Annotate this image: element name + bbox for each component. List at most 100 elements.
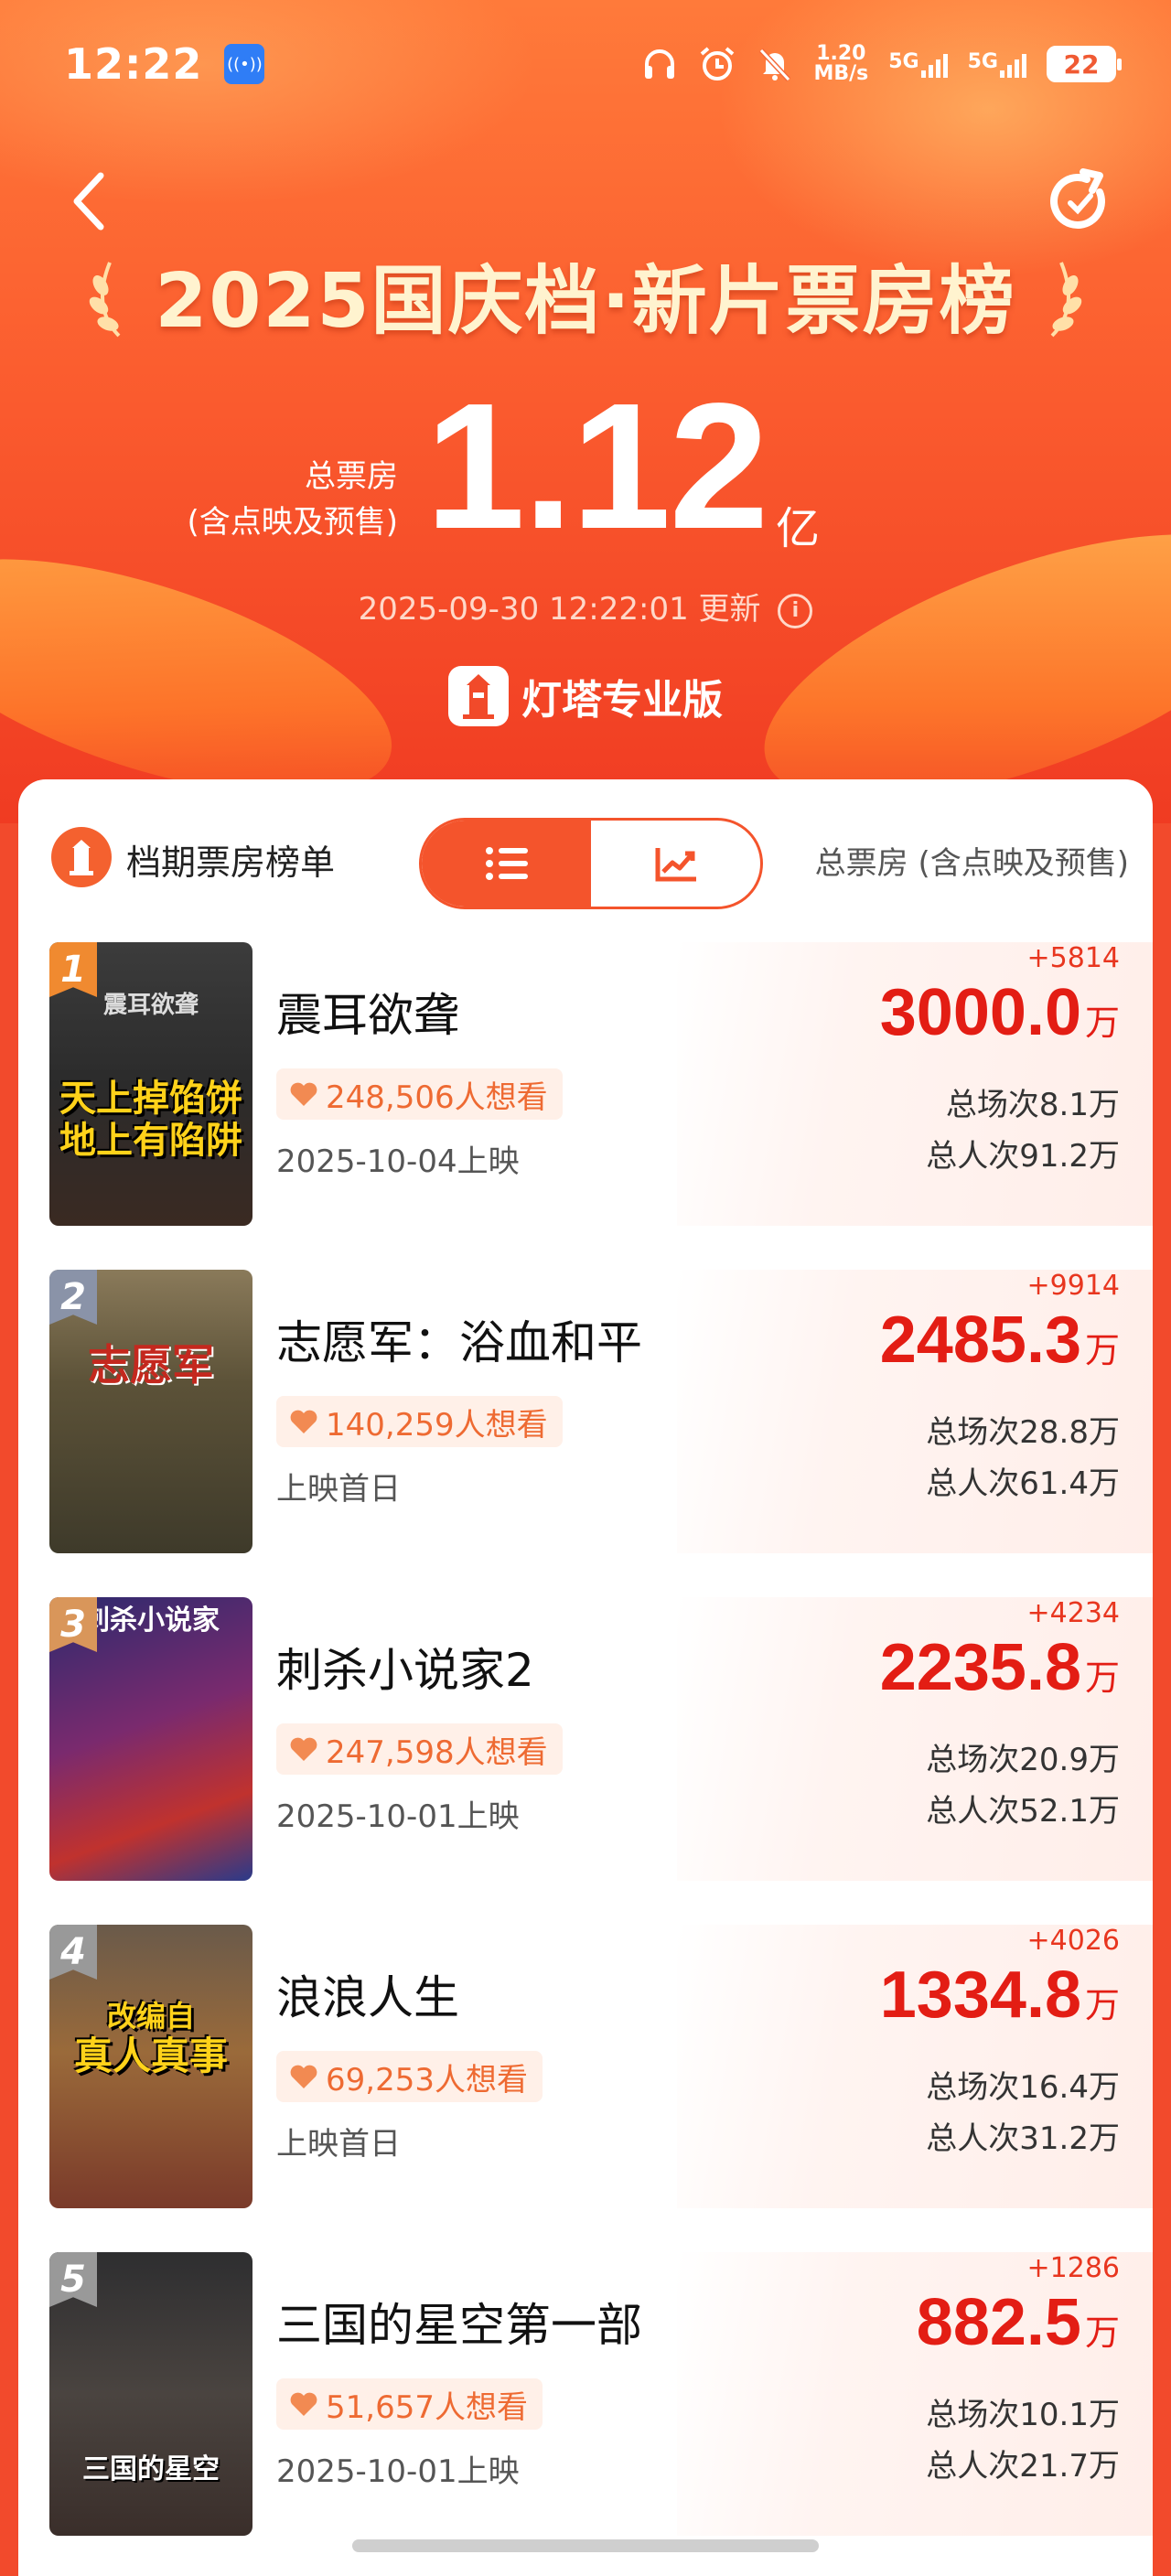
poster-image: 三国的星空 5 bbox=[49, 2252, 252, 2536]
signal-bars-icon bbox=[1000, 50, 1026, 78]
gross-value: 3000.0 万 bbox=[880, 975, 1120, 1050]
page-title: 2025国庆档·新片票房榜 bbox=[155, 258, 1016, 345]
total-shows: 总场次20.9万 bbox=[926, 1742, 1120, 1778]
want-count: 248,506人想看 bbox=[326, 1079, 548, 1116]
signal-sim1: 5G bbox=[888, 50, 948, 78]
want-to-see-badge: 140,259人想看 bbox=[276, 1396, 563, 1447]
gross-value: 882.5 万 bbox=[917, 2285, 1120, 2360]
heart-icon bbox=[290, 2065, 317, 2088]
update-time: 2025-09-30 12:22:01 更新 i bbox=[0, 584, 1171, 628]
heart-icon bbox=[290, 1082, 317, 1106]
hotspot-icon: ((•)) bbox=[224, 44, 265, 84]
gross-unit: 万 bbox=[1084, 1330, 1120, 1370]
movie-title: 震耳欲聋 bbox=[276, 989, 459, 1042]
poster-tagline: 地上有陷阱 bbox=[59, 1120, 242, 1162]
release-date: 上映首日 bbox=[276, 2126, 401, 2163]
rank-badge: 5 bbox=[49, 2252, 97, 2307]
gross-number: 882.5 bbox=[916, 2286, 1081, 2359]
want-to-see-badge: 248,506人想看 bbox=[276, 1068, 563, 1120]
movie-row[interactable]: 三国的星空 5 三国的星空第一部 51,657人想看 2025-10-01上映 … bbox=[18, 2252, 1153, 2536]
home-indicator[interactable] bbox=[352, 2539, 819, 2552]
gross-unit: 万 bbox=[1084, 1985, 1120, 2025]
trend-view-button[interactable] bbox=[591, 821, 760, 907]
lighthouse-logo-icon bbox=[448, 666, 509, 726]
total-label-line2: (含点映及预售) bbox=[187, 504, 398, 541]
chevron-left-icon bbox=[73, 172, 104, 231]
section-title: 档期票房榜单 bbox=[126, 843, 336, 883]
network-speed: 1.20 MB/s bbox=[813, 44, 868, 84]
gross-delta: +4026 bbox=[1026, 1925, 1120, 1957]
refresh-button[interactable] bbox=[1043, 165, 1116, 238]
ranking-header: 档期票房榜单 总票房 (含点映及预售) bbox=[18, 779, 1153, 909]
total-shows: 总场次8.1万 bbox=[945, 1087, 1120, 1123]
poster-image: 刺杀小说家 3 bbox=[49, 1597, 252, 1881]
column-header-total: 总票房 (含点映及预售) bbox=[814, 845, 1129, 882]
want-count: 247,598人想看 bbox=[326, 1733, 548, 1771]
release-date: 2025-10-01上映 bbox=[276, 2453, 520, 2490]
total-unit: 亿 bbox=[776, 503, 821, 554]
total-shows: 总场次10.1万 bbox=[926, 2397, 1120, 2433]
gross-delta: +4234 bbox=[1026, 1597, 1120, 1629]
release-date: 上映首日 bbox=[276, 1471, 401, 1508]
release-date: 2025-10-01上映 bbox=[276, 1798, 520, 1835]
movie-title: 浪浪人生 bbox=[276, 1971, 459, 2024]
total-shows: 总场次28.8万 bbox=[926, 1414, 1120, 1451]
total-label: 总票房 (含点映及预售) bbox=[187, 454, 398, 545]
signal-bars-icon bbox=[920, 50, 948, 78]
movie-row[interactable]: 改编自 真人真事 4 浪浪人生 69,253人想看 上映首日 +4026 133… bbox=[18, 1925, 1153, 2208]
network-speed-unit: MB/s bbox=[813, 62, 869, 85]
total-box-office: 总票房 (含点映及预售) 1.12 亿 bbox=[0, 375, 1171, 567]
sim2-label: 5G bbox=[967, 50, 998, 73]
gross-number: 2485.3 bbox=[879, 1304, 1081, 1377]
movie-title: 刺杀小说家2 bbox=[276, 1644, 534, 1697]
update-time-text: 2025-09-30 12:22:01 更新 bbox=[358, 591, 761, 628]
gross-number: 1334.8 bbox=[879, 1959, 1081, 2032]
brand-name: 灯塔专业版 bbox=[521, 677, 723, 724]
network-speed-value: 1.20 bbox=[816, 42, 866, 65]
poster-small-text: 震耳欲聋 bbox=[102, 992, 199, 1019]
rank-badge: 3 bbox=[49, 1597, 97, 1652]
list-view-button[interactable] bbox=[422, 821, 591, 907]
rank-badge: 1 bbox=[49, 942, 97, 997]
movie-row[interactable]: 震耳欲聋 天上掉馅饼 地上有陷阱 1 震耳欲聋 248,506人想看 2025-… bbox=[18, 942, 1153, 1226]
poster-tagline: 天上掉馅饼 bbox=[59, 1078, 242, 1120]
rank-badge: 4 bbox=[49, 1925, 97, 1980]
total-admissions: 总人次91.2万 bbox=[926, 1138, 1120, 1175]
gross-delta: +5814 bbox=[1026, 942, 1120, 974]
movie-row[interactable]: 志愿军 2 志愿军：浴血和平 140,259人想看 上映首日 +9914 248… bbox=[18, 1270, 1153, 1553]
trend-chart-icon bbox=[655, 848, 696, 882]
heart-icon bbox=[290, 1737, 317, 1761]
lighthouse-icon bbox=[51, 827, 112, 887]
ranking-card: 档期票房榜单 总票房 (含点映及预售) 震耳欲聋 天上掉馅饼 地上有陷阱 1 震… bbox=[18, 779, 1153, 2576]
total-label-line1: 总票房 bbox=[305, 458, 398, 495]
mute-bell-icon bbox=[759, 48, 791, 82]
poster-image: 震耳欲聋 天上掉馅饼 地上有陷阱 1 bbox=[49, 942, 252, 1226]
gross-value: 2485.3 万 bbox=[880, 1303, 1120, 1378]
gross-unit: 万 bbox=[1084, 2313, 1120, 2353]
want-count: 140,259人想看 bbox=[326, 1406, 548, 1444]
heart-icon bbox=[290, 1410, 317, 1433]
want-to-see-badge: 51,657人想看 bbox=[276, 2378, 543, 2430]
status-time: 12:22 bbox=[64, 39, 203, 89]
poster-image: 改编自 真人真事 4 bbox=[49, 1925, 252, 2208]
gross-number: 2235.8 bbox=[879, 1631, 1081, 1704]
headphones-icon bbox=[645, 49, 675, 79]
want-to-see-badge: 247,598人想看 bbox=[276, 1723, 563, 1775]
back-button[interactable] bbox=[64, 165, 119, 238]
want-count: 51,657人想看 bbox=[326, 2388, 528, 2426]
total-shows: 总场次16.4万 bbox=[926, 2069, 1120, 2106]
heart-icon bbox=[290, 2392, 317, 2416]
gross-value: 2235.8 万 bbox=[880, 1630, 1120, 1705]
movie-row[interactable]: 刺杀小说家 3 刺杀小说家2 247,598人想看 2025-10-01上映 +… bbox=[18, 1597, 1153, 1881]
poster-tagline: 改编自 bbox=[106, 1999, 195, 2034]
total-admissions: 总人次31.2万 bbox=[926, 2120, 1120, 2157]
movie-title: 志愿军：浴血和平 bbox=[276, 1316, 642, 1369]
want-count: 69,253人想看 bbox=[326, 2061, 528, 2098]
total-value: 1.12 bbox=[425, 366, 768, 566]
status-icons: 1.20 MB/s 5G 5G 22 bbox=[641, 44, 1122, 84]
status-bar: 12:22 ((•)) 1.20 MB/s 5G 5G 22 bbox=[0, 0, 1171, 128]
total-admissions: 总人次21.7万 bbox=[926, 2448, 1120, 2485]
info-icon[interactable]: i bbox=[778, 593, 813, 628]
poster-tagline: 真人真事 bbox=[73, 2034, 228, 2078]
gross-value: 1334.8 万 bbox=[880, 1958, 1120, 2033]
